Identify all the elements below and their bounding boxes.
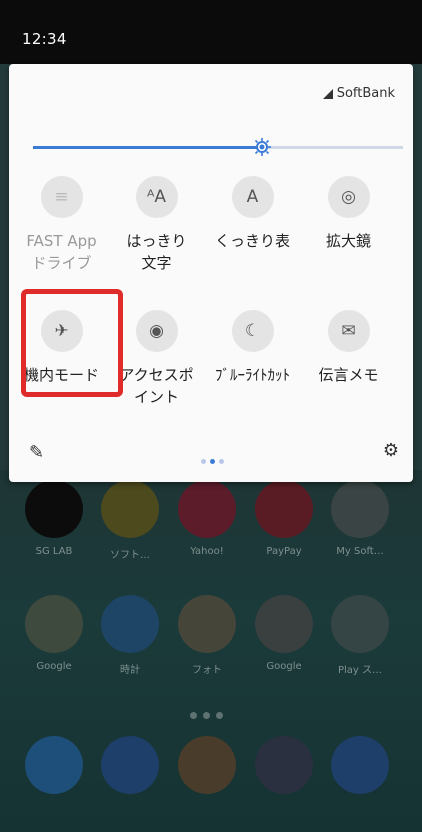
home-app[interactable] <box>244 736 324 794</box>
home-app[interactable] <box>90 736 170 794</box>
quick-tile-label: 拡大鏡 <box>325 232 371 250</box>
status-bar: 12:34 <box>0 0 422 64</box>
edit-pencil-icon[interactable]: ✎ <box>29 442 44 463</box>
magnifier-icon: ◎ <box>327 176 370 218</box>
quick-tile-label: はっきり 文字 <box>126 232 187 272</box>
quick-tile-label: ﾌﾞﾙｰﾗｲﾄｶｯﾄ <box>214 366 290 384</box>
home-app[interactable]: My Soft… <box>320 480 400 557</box>
home-app-label: 時計 <box>120 665 140 676</box>
message-icon <box>101 736 159 794</box>
google-icon <box>255 595 313 653</box>
quick-tile-label: アクセスポ イント <box>119 366 194 406</box>
home-app[interactable]: Yahoo! <box>167 480 247 557</box>
fast-app-drive-icon: ≡ <box>40 176 83 218</box>
page-dot <box>219 459 224 464</box>
home-app[interactable]: SG LAB <box>14 480 94 557</box>
sg-lab-icon <box>25 480 83 538</box>
--icon <box>101 480 159 538</box>
--icon <box>101 595 159 653</box>
home-dock <box>0 736 422 832</box>
home-app-label: SG LAB <box>35 546 73 557</box>
home-app[interactable] <box>320 736 400 794</box>
airplane-mode-highlight <box>21 289 123 397</box>
--icon <box>178 595 236 653</box>
quick-tile[interactable]: ◉ アクセスポ イント <box>109 310 204 408</box>
quick-tile[interactable]: ᴬA はっきり 文字 <box>109 176 204 274</box>
home-page-indicator <box>187 704 226 723</box>
signal-icon <box>322 88 333 99</box>
quick-tile[interactable]: ☾ ﾌﾞﾙｰﾗｲﾄｶｯﾄ <box>205 310 300 386</box>
settings-icon <box>331 736 389 794</box>
quick-settings-panel: SoftBank ≡ FAST App ドライブ ᴬA はっきり 文字 A くっきり表 ◎ 拡… <box>9 64 413 482</box>
status-time: 12:34 <box>22 30 67 48</box>
home-app-label: PayPay <box>266 546 302 557</box>
quick-tile[interactable]: ◎ 拡大鏡 <box>301 176 396 252</box>
quick-tile-label: FAST App ドライブ <box>26 232 97 272</box>
quick-tile[interactable]: A くっきり表 <box>205 176 300 252</box>
quick-tile-label: 伝言メモ <box>318 366 379 384</box>
home-app-label: Google <box>36 661 72 672</box>
brightness-fill <box>33 146 263 149</box>
home-app-label: Play ス… <box>337 665 383 676</box>
chrome-icon <box>178 736 236 794</box>
my-soft--icon <box>331 480 389 538</box>
settings-gear-icon[interactable]: ⚙ <box>383 440 399 461</box>
home-app[interactable]: Play ス… <box>320 595 400 676</box>
blue-light-cut-icon: ☾ <box>231 310 274 352</box>
home-app-label: My Soft… <box>336 546 384 557</box>
home-app[interactable]: 時計 <box>90 595 170 676</box>
home-app[interactable]: PayPay <box>244 480 324 557</box>
panel-page-indicator <box>199 449 226 468</box>
voicemail-memo-icon: ✉ <box>327 310 370 352</box>
phone-screen: 12:34 SG LAB ソフト… Yahoo! PayPay My Soft… Goo… <box>0 0 422 832</box>
sharp-display-icon: A <box>231 176 274 218</box>
brightness-slider[interactable] <box>33 138 403 156</box>
home-app-label: ソフト… <box>110 550 150 561</box>
home-app[interactable]: Google <box>244 595 324 672</box>
home-app-label: フォト <box>192 665 222 676</box>
home-app-row-1: SG LAB ソフト… Yahoo! PayPay My Soft… <box>0 480 422 580</box>
home-app-row-2: Google 時計 フォト Google Play ス… <box>0 595 422 695</box>
home-screen: SG LAB ソフト… Yahoo! PayPay My Soft… Google 時計 フ… <box>0 470 422 832</box>
carrier-indicator: SoftBank <box>322 86 395 101</box>
hotspot-icon: ◉ <box>135 310 178 352</box>
quick-tile[interactable]: ✉ 伝言メモ <box>301 310 396 386</box>
home-app[interactable] <box>14 736 94 794</box>
home-app-label: Yahoo! <box>190 546 224 557</box>
play--icon <box>331 595 389 653</box>
page-dot <box>210 459 215 464</box>
camera-icon <box>255 736 313 794</box>
google-icon <box>25 595 83 653</box>
brightness-thumb-icon[interactable] <box>252 137 272 157</box>
paypay-icon <box>255 480 313 538</box>
phone-icon <box>25 736 83 794</box>
home-app[interactable]: ソフト… <box>90 480 170 561</box>
yahoo--icon <box>178 480 236 538</box>
home-app[interactable]: フォト <box>167 595 247 676</box>
quick-tile-label: くっきり表 <box>214 232 290 250</box>
page-dot <box>201 459 206 464</box>
carrier-label: SoftBank <box>336 86 395 101</box>
home-app-label: Google <box>266 661 302 672</box>
home-app[interactable]: Google <box>14 595 94 672</box>
home-app[interactable] <box>167 736 247 794</box>
clear-text-icon: ᴬA <box>135 176 178 218</box>
quick-tile[interactable]: ≡ FAST App ドライブ <box>14 176 109 274</box>
